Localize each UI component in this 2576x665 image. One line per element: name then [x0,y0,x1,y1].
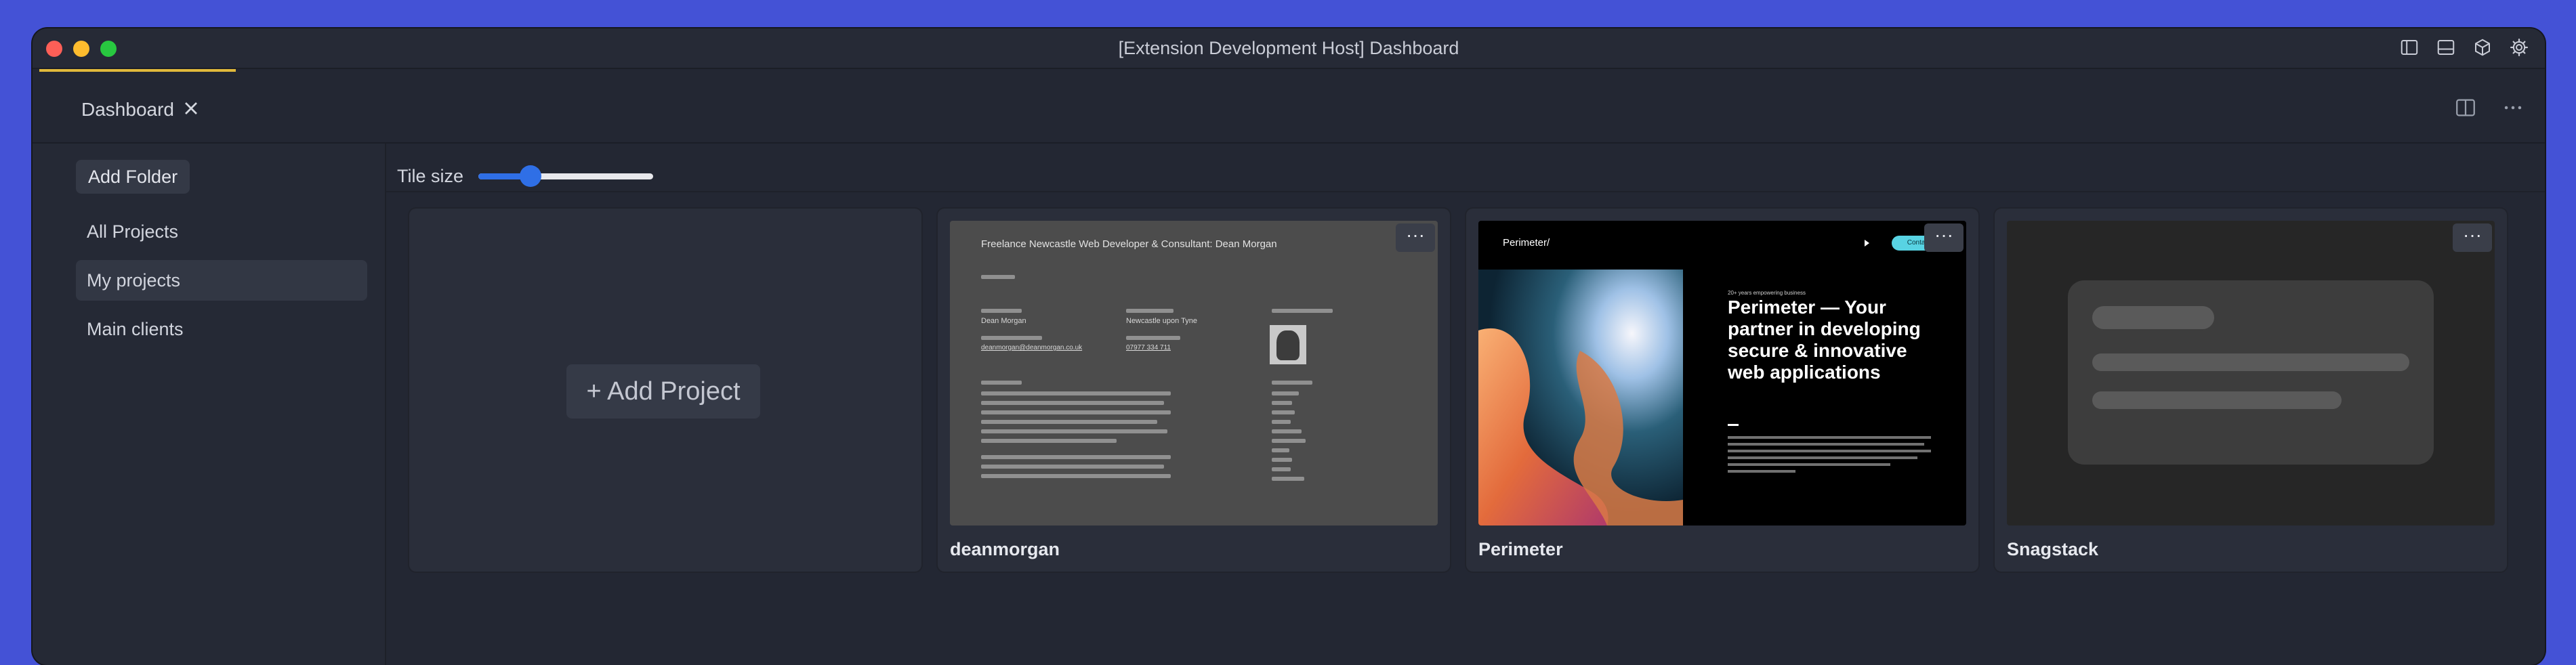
preview-name: Dean Morgan [981,317,1026,325]
sidebar-toggle-icon[interactable] [2397,35,2422,60]
sidebar-item-all-projects[interactable]: All Projects [76,211,367,252]
sidebar-item-main-clients[interactable]: Main clients [76,309,367,349]
main-content: Tile size + Add Project Freelance Newcas… [386,144,2545,665]
title-bar: [Extension Development Host] Dashboard [33,28,2545,69]
project-name: Perimeter [1478,539,1563,559]
tile-size-slider[interactable] [478,163,654,190]
editor-tab-bar: Dashboard [33,69,2545,144]
play-icon [1865,240,1869,246]
hero-gradient-image [1478,270,1683,525]
project-name: Snagstack [2007,539,2099,559]
tab-dashboard[interactable]: Dashboard [39,69,236,142]
sidebar-item-my-projects[interactable]: My projects [76,260,367,301]
project-card-snagstack[interactable]: ··· Snagstack [1995,209,2507,572]
tab-label: Dashboard [81,99,174,120]
project-card-deanmorgan[interactable]: Freelance Newcastle Web Developer & Cons… [938,209,1450,572]
add-project-button[interactable]: + Add Project [566,364,760,419]
sidebar: Add Folder All Projects My projects Main… [33,144,386,665]
project-menu-button[interactable]: ··· [2453,223,2492,252]
preview-phone: 07977 334 711 [1126,344,1171,351]
extensions-cube-icon[interactable] [2470,35,2495,60]
add-folder-button[interactable]: Add Folder [76,160,190,194]
gear-icon[interactable] [2507,35,2531,60]
project-menu-button[interactable]: ··· [1924,223,1964,252]
project-thumbnail: Freelance Newcastle Web Developer & Cons… [950,221,1438,525]
portrait-image [1270,325,1306,364]
add-project-card: + Add Project [409,209,921,572]
project-thumbnail: Perimeter/ Contact 20+ years empowering … [1478,221,1966,525]
project-thumbnail-placeholder [2007,221,2495,525]
project-menu-button[interactable]: ··· [1396,223,1435,252]
preview-heading: Freelance Newcastle Web Developer & Cons… [981,238,1277,250]
preview-tagline: 20+ years empowering business [1728,290,1806,296]
preview-location: Newcastle upon Tyne [1126,317,1197,325]
preview-logo: Perimeter/ [1503,237,1550,249]
tabbar-actions [2454,96,2525,119]
toolbar-divider [386,191,2545,192]
panel-toggle-icon[interactable] [2434,35,2458,60]
titlebar-actions [2397,35,2531,60]
project-card-perimeter[interactable]: Perimeter/ Contact 20+ years empowering … [1466,209,1978,572]
more-actions-icon[interactable] [2501,96,2525,119]
split-editor-icon[interactable] [2454,96,2477,119]
window-title: [Extension Development Host] Dashboard [1118,38,1459,58]
close-icon[interactable] [180,98,202,119]
preview-email: deanmorgan@deanmorgan.co.uk [981,344,1083,351]
tile-size-control: Tile size [397,163,654,190]
tile-size-label: Tile size [397,165,464,186]
app-window: [Extension Development Host] Dashboard D… [33,28,2545,665]
placeholder-card [2068,280,2434,465]
preview-headline: Perimeter — Your partner in developing s… [1728,297,1921,383]
project-name: deanmorgan [950,539,1060,559]
slider-handle[interactable] [520,165,542,187]
